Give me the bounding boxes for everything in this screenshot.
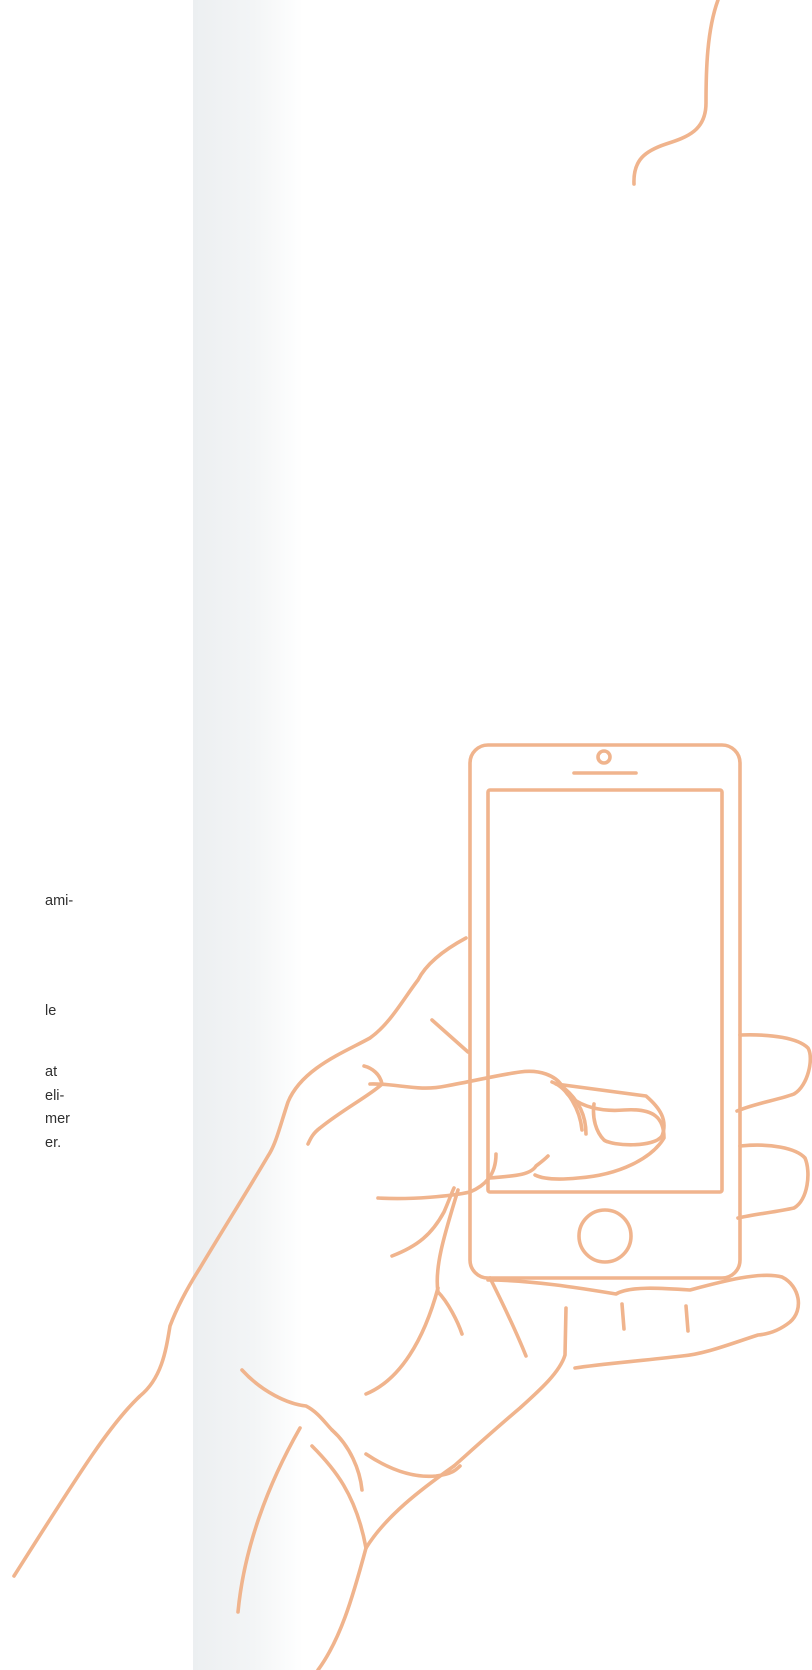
- phone-body: [468, 743, 742, 1280]
- index-finger-tip: [488, 1154, 550, 1180]
- phone-home-button: [577, 1208, 633, 1264]
- palm-crease-upper: [430, 1018, 470, 1054]
- finger-bottom-crease-2: [684, 1304, 690, 1333]
- palm-heel: [435, 1188, 464, 1336]
- palm-line-long: [364, 1286, 440, 1396]
- index-finger-underside: [376, 1152, 498, 1201]
- forearm-right: [316, 1464, 456, 1670]
- wrist-inner-3: [330, 1428, 364, 1492]
- wrist-left-curve: [240, 1368, 334, 1432]
- page: ami- le at eli- mer er.: [0, 0, 812, 1670]
- phone-screen: [486, 788, 724, 1194]
- thumb-nail: [554, 1082, 666, 1147]
- palm-outline: [12, 936, 468, 1578]
- wavy-line-icon: [632, 0, 720, 186]
- thumb-pad: [533, 1096, 666, 1181]
- wrist-inner-1: [310, 1444, 368, 1550]
- wrist-inner-2: [236, 1426, 302, 1614]
- finger-bottom-crease-1: [620, 1302, 626, 1331]
- finger-bottom: [486, 1273, 801, 1370]
- wrist-crease-1: [488, 1276, 528, 1358]
- hand-holding-smartphone-icon: [12, 0, 812, 1670]
- finger-right-top: [735, 1033, 812, 1113]
- palm-crease-mid: [306, 1064, 384, 1146]
- phone-camera: [596, 749, 612, 765]
- finger-right-bottom: [736, 1143, 810, 1220]
- hand-lower-edge: [452, 1306, 568, 1468]
